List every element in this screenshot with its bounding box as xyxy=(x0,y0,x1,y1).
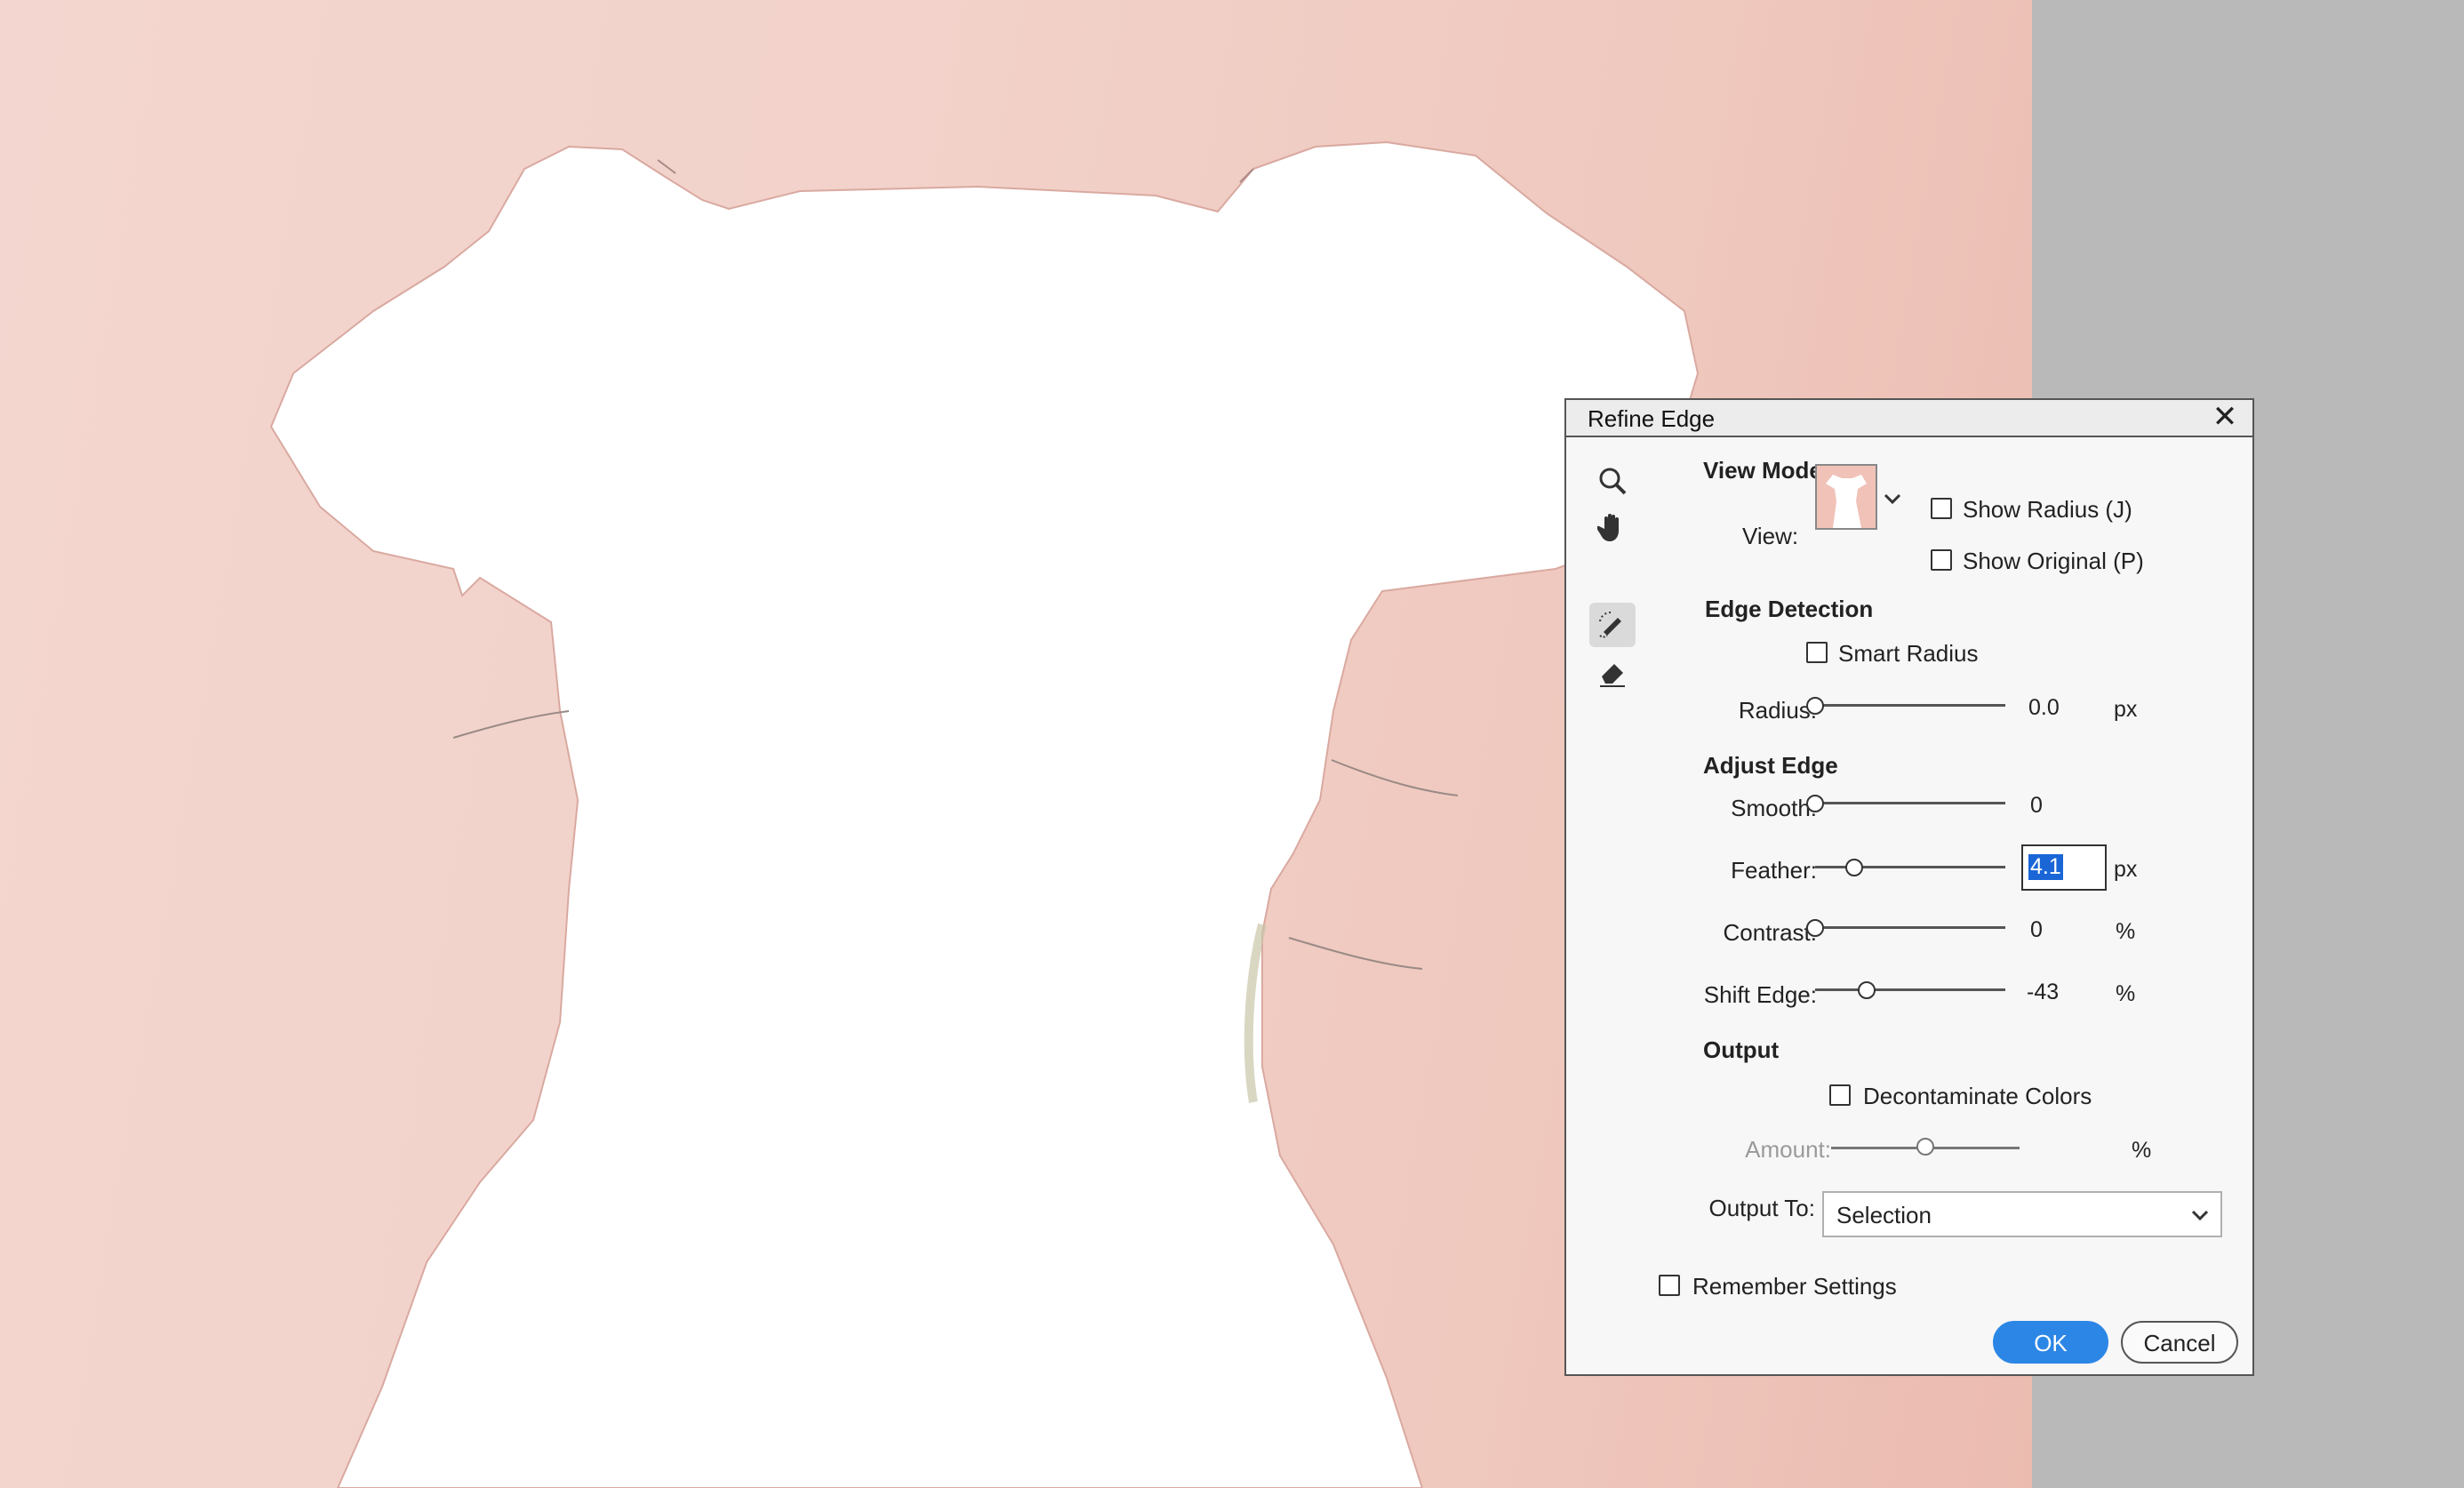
radius-label: Radius: xyxy=(1738,697,1817,724)
contrast-value: 0 xyxy=(2030,917,2043,942)
feather-unit: px xyxy=(2114,857,2138,882)
contrast-slider-track[interactable] xyxy=(1815,926,2005,929)
smooth-value: 0 xyxy=(2030,793,2043,818)
radius-slider-track[interactable] xyxy=(1815,704,2005,707)
zoom-icon[interactable] xyxy=(1589,459,1636,503)
smart-radius-checkbox[interactable] xyxy=(1806,642,1828,663)
show-radius-label: Show Radius (J) xyxy=(1963,496,2132,523)
view-label: View: xyxy=(1742,523,1799,549)
contrast-label: Contrast: xyxy=(1723,919,1818,946)
smooth-label: Smooth: xyxy=(1731,795,1817,821)
remember-settings-label: Remember Settings xyxy=(1692,1273,1897,1300)
shift-edge-value: -43 xyxy=(2027,980,2060,1004)
output-to-value: Selection xyxy=(1836,1202,1932,1228)
refine-radius-brush-icon[interactable] xyxy=(1589,603,1636,647)
radius-slider-thumb[interactable] xyxy=(1806,697,1824,715)
feather-value: 4.1 xyxy=(2028,854,2063,880)
decontaminate-colors-checkbox[interactable] xyxy=(1829,1084,1851,1106)
refine-edge-dialog: Refine Edge ✕ View Mode View: Show Radiu… xyxy=(1564,398,2254,1376)
cancel-button[interactable]: Cancel xyxy=(2121,1321,2238,1364)
hand-icon[interactable] xyxy=(1589,505,1636,549)
smart-radius-label: Smart Radius xyxy=(1838,640,1979,667)
output-to-select[interactable]: Selection xyxy=(1822,1191,2222,1237)
dialog-title: Refine Edge xyxy=(1588,405,1716,432)
amount-slider-thumb xyxy=(1916,1138,1934,1156)
shift-edge-slider-thumb[interactable] xyxy=(1858,981,1876,999)
output-to-label: Output To: xyxy=(1708,1195,1816,1221)
adjust-edge-heading: Adjust Edge xyxy=(1703,752,1838,779)
feather-label: Feather: xyxy=(1731,857,1817,884)
erase-refinements-icon[interactable] xyxy=(1589,651,1636,695)
shift-edge-label: Shift Edge: xyxy=(1703,981,1817,1008)
feather-input[interactable]: 4.1 xyxy=(2021,844,2107,891)
contrast-slider-thumb[interactable] xyxy=(1806,919,1824,937)
dialog-titlebar[interactable]: Refine Edge ✕ xyxy=(1566,400,2252,437)
ok-button[interactable]: OK xyxy=(1993,1321,2108,1364)
chevron-down-icon xyxy=(2190,1205,2210,1225)
show-original-checkbox[interactable] xyxy=(1931,549,1952,571)
edge-detection-heading: Edge Detection xyxy=(1705,596,1874,622)
amount-label: Amount: xyxy=(1745,1136,1831,1163)
smooth-slider-track[interactable] xyxy=(1815,802,2005,804)
radius-value: 0.0 xyxy=(2028,695,2060,720)
shift-edge-unit: % xyxy=(2116,981,2136,1006)
feather-slider-thumb[interactable] xyxy=(1845,859,1863,876)
output-heading: Output xyxy=(1703,1036,1780,1063)
smooth-slider-thumb[interactable] xyxy=(1806,795,1824,812)
decontaminate-colors-label: Decontaminate Colors xyxy=(1863,1083,2092,1109)
shift-edge-slider-track[interactable] xyxy=(1815,988,2005,991)
show-original-label: Show Original (P) xyxy=(1963,548,2144,574)
show-radius-checkbox[interactable] xyxy=(1931,498,1952,519)
amount-unit: % xyxy=(2132,1138,2152,1163)
contrast-unit: % xyxy=(2116,919,2136,944)
feather-slider-track[interactable] xyxy=(1815,866,2005,868)
chevron-down-icon[interactable] xyxy=(1883,489,1902,508)
close-icon[interactable]: ✕ xyxy=(2210,402,2240,432)
view-mode-heading: View Mode xyxy=(1703,457,1822,484)
remember-settings-checkbox[interactable] xyxy=(1659,1275,1680,1296)
radius-unit: px xyxy=(2114,697,2138,722)
view-mode-thumbnail[interactable] xyxy=(1815,464,1877,530)
